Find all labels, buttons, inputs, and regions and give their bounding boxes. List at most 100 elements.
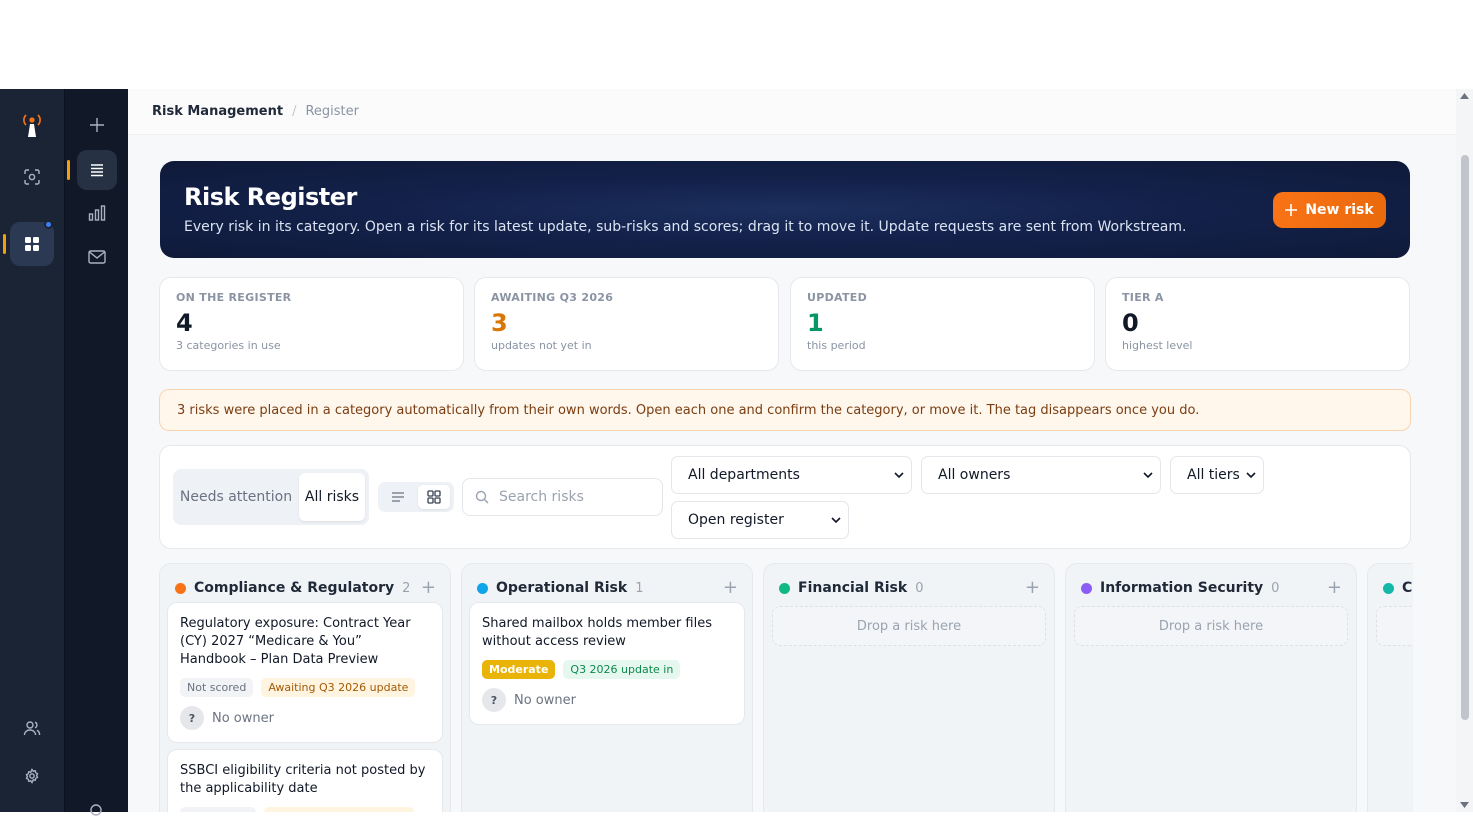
score-badge: Not scored — [180, 678, 254, 697]
scroll-up-icon — [1460, 93, 1469, 99]
column-count: 2 — [402, 580, 411, 596]
scroll-down-icon — [1460, 802, 1469, 808]
stat-label: UPDATED — [807, 291, 868, 304]
column-title: Financial Risk — [798, 580, 908, 596]
risk-level-badge: Moderate — [482, 660, 556, 679]
app-logo[interactable] — [20, 111, 44, 139]
vertical-scrollbar[interactable] — [1456, 89, 1473, 812]
stat-card-tier-a: TIER A 0 highest level — [1105, 277, 1410, 371]
tier-select[interactable]: All tiers — [1170, 456, 1264, 494]
gear-icon[interactable] — [16, 760, 48, 792]
avatar: ? — [180, 706, 204, 730]
bar-chart-icon[interactable] — [81, 197, 113, 229]
risk-tags: Not scored Awaiting Q3 2026 update — [180, 678, 430, 697]
chevron-down-icon — [1246, 472, 1256, 479]
search-input[interactable] — [499, 489, 649, 505]
column-count: 0 — [1271, 580, 1280, 596]
list-view-icon[interactable] — [382, 485, 414, 509]
primary-rail — [0, 89, 64, 812]
status-value: Open register — [688, 512, 784, 528]
column-title: Information Security — [1100, 580, 1264, 596]
stat-card-updated: UPDATED 1 this period — [790, 277, 1095, 371]
search-icon — [475, 490, 489, 504]
auto-category-notice: 3 risks were placed in a category automa… — [159, 389, 1411, 431]
segment-needs-attention[interactable]: Needs attention — [177, 473, 295, 521]
risk-title: Shared mailbox holds member files withou… — [482, 616, 712, 649]
new-risk-label: New risk — [1305, 202, 1374, 218]
column-compliance: Compliance & Regulatory 2 + Regulatory e… — [159, 563, 451, 812]
department-select[interactable]: All departments — [671, 456, 912, 494]
page-title: Risk Register — [184, 183, 357, 211]
column-financial: Financial Risk 0 + Drop a risk here — [763, 563, 1055, 812]
drop-zone[interactable] — [1376, 606, 1413, 646]
stat-label: ON THE REGISTER — [176, 291, 292, 304]
risk-card[interactable]: Shared mailbox holds member files withou… — [469, 602, 745, 725]
column-header: Financial Risk 0 + — [779, 578, 1040, 598]
secondary-rail — [64, 89, 128, 816]
column-header: Compliance & Regulatory 2 + — [175, 578, 436, 598]
tier-value: All tiers — [1187, 467, 1240, 483]
add-to-column-icon[interactable]: + — [421, 579, 436, 597]
breadcrumb-section[interactable]: Risk Management — [152, 104, 283, 119]
scan-icon[interactable] — [16, 161, 48, 193]
status-select[interactable]: Open register — [671, 501, 849, 539]
active-marker-2 — [67, 160, 70, 180]
hero-banner: Risk Register Every risk in its category… — [160, 161, 1410, 258]
column-title: Compliance & Regulatory — [194, 580, 395, 596]
risk-title: Regulatory exposure: Contract Year (CY) … — [180, 616, 411, 667]
new-risk-button[interactable]: New risk — [1273, 192, 1386, 228]
app-window: Risk Management / Register Risk Register… — [0, 89, 1473, 816]
owner-select[interactable]: All owners — [921, 456, 1161, 494]
risk-card[interactable]: Regulatory exposure: Contract Year (CY) … — [167, 602, 443, 743]
risk-board: Compliance & Regulatory 2 + Regulatory e… — [159, 563, 1413, 812]
active-marker — [3, 234, 6, 254]
stat-sub: this period — [807, 339, 866, 352]
drop-zone[interactable]: Drop a risk here — [1074, 606, 1348, 646]
logo-graphic — [23, 114, 41, 137]
chevron-down-icon — [1143, 472, 1153, 479]
risk-owner: ? No owner — [180, 706, 430, 730]
update-status-badge — [264, 807, 414, 812]
column-partial: Cl — [1367, 563, 1413, 812]
main-area: Risk Management / Register Risk Register… — [128, 89, 1473, 812]
users-icon[interactable] — [16, 712, 48, 744]
risk-title: SSBCI eligibility criteria not posted by… — [180, 763, 426, 796]
score-badge — [180, 807, 256, 812]
breadcrumb-separator: / — [292, 104, 297, 119]
column-header: Cl — [1383, 578, 1413, 598]
stat-card-register: ON THE REGISTER 4 3 categories in use — [159, 277, 464, 371]
stat-sub: highest level — [1122, 339, 1193, 352]
stat-card-awaiting: AWAITING Q3 2026 3 updates not yet in — [474, 277, 779, 371]
column-header: Operational Risk 1 + — [477, 578, 738, 598]
board-view-icon[interactable] — [418, 485, 450, 509]
plus-icon — [1285, 204, 1298, 216]
page-subtitle: Every risk in its category. Open a risk … — [184, 219, 1187, 235]
mail-icon[interactable] — [81, 241, 113, 273]
chevron-down-icon — [831, 517, 841, 524]
column-infosec: Information Security 0 + Drop a risk her… — [1065, 563, 1357, 812]
drop-zone[interactable]: Drop a risk here — [772, 606, 1046, 646]
register-list-icon[interactable] — [77, 150, 117, 190]
stat-value: 0 — [1122, 309, 1139, 337]
add-to-column-icon[interactable]: + — [1025, 579, 1040, 597]
search-icon[interactable] — [81, 795, 113, 827]
avatar: ? — [482, 688, 506, 712]
stat-label: AWAITING Q3 2026 — [491, 291, 614, 304]
stat-sub: updates not yet in — [491, 339, 592, 352]
category-color-dot — [779, 582, 790, 594]
notification-dot — [44, 220, 53, 229]
breadcrumb: Risk Management / Register — [128, 89, 1473, 135]
department-value: All departments — [688, 467, 800, 483]
plus-icon[interactable] — [81, 109, 113, 141]
breadcrumb-page: Register — [305, 104, 359, 119]
add-to-column-icon[interactable]: + — [723, 579, 738, 597]
category-color-dot — [1081, 582, 1092, 594]
risk-owner: ? No owner — [482, 688, 732, 712]
segment-all-risks[interactable]: All risks — [299, 473, 365, 521]
scrollbar-thumb[interactable] — [1461, 155, 1469, 720]
risk-tags — [180, 807, 430, 812]
stat-value: 4 — [176, 309, 193, 337]
add-to-column-icon[interactable]: + — [1327, 579, 1342, 597]
column-title: Operational Risk — [496, 580, 628, 596]
risk-card[interactable]: SSBCI eligibility criteria not posted by… — [167, 749, 443, 812]
